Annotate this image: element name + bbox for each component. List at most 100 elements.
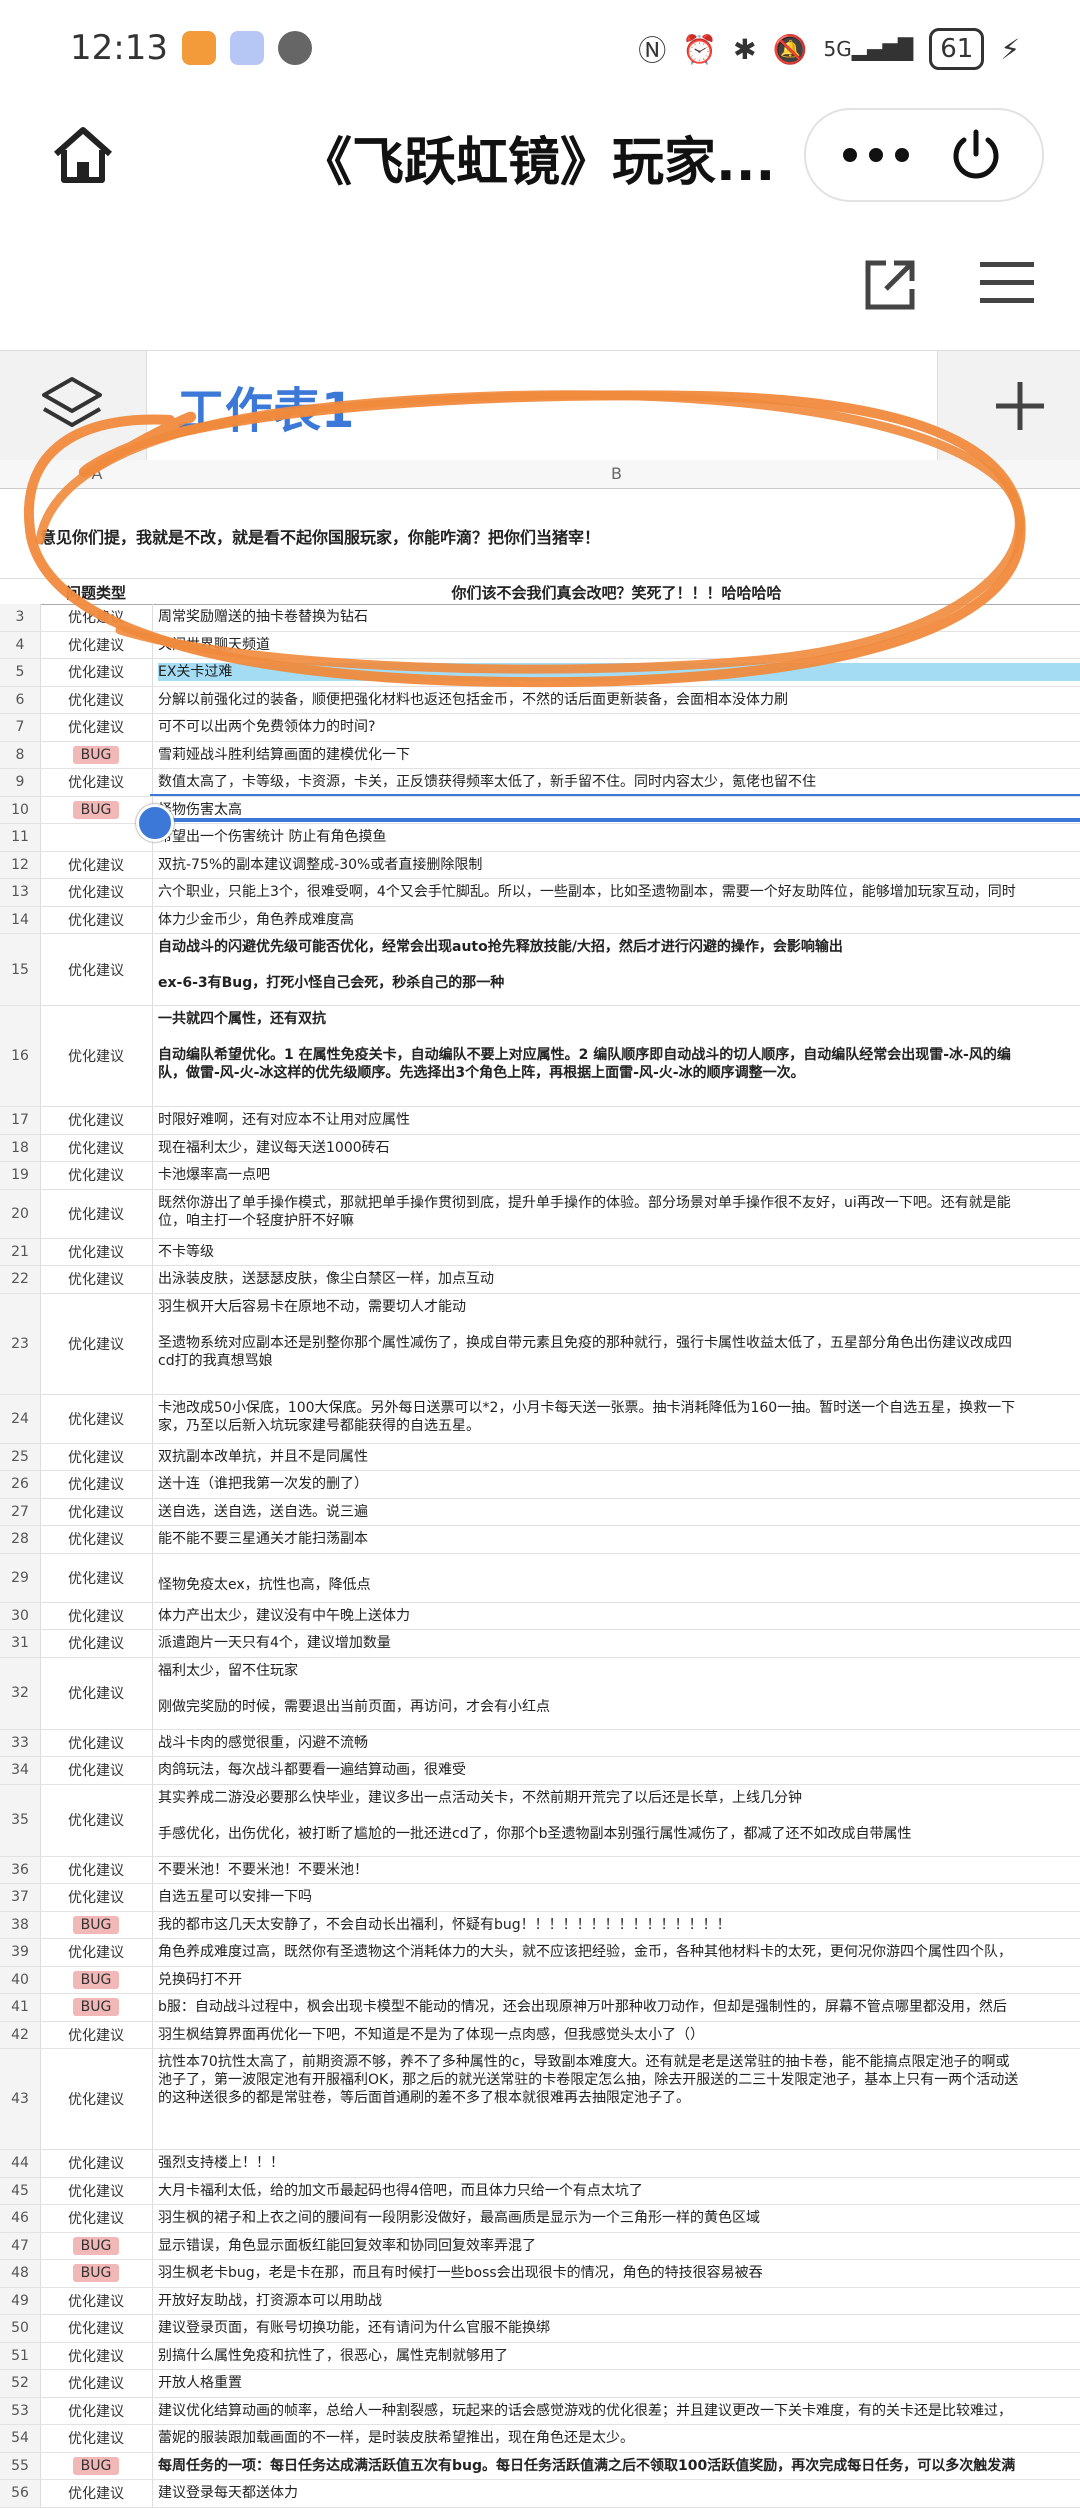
type-cell[interactable]: 优化建议	[40, 2315, 153, 2342]
content-cell[interactable]: 怪物免疫太ex，抗性也高，降低点	[158, 1558, 1080, 1594]
row-number[interactable]: 4	[0, 631, 41, 658]
table-row[interactable]: 56 优化建议 建议登录每天都送体力	[0, 2480, 1080, 2508]
menu-icon[interactable]	[980, 258, 1034, 308]
type-cell[interactable]: 优化建议	[40, 1134, 153, 1161]
type-cell[interactable]: 优化建议	[40, 1498, 153, 1525]
more-icon[interactable]	[836, 130, 916, 180]
table-row[interactable]: 4 优化建议 关闭世界聊天频道	[0, 631, 1080, 659]
content-cell[interactable]: 开放好友助战，打资源本可以用助战	[158, 2292, 1080, 2310]
content-cell[interactable]: 体力产出太少，建议没有中午晚上送体力	[158, 1607, 1080, 1625]
table-row[interactable]: 45 优化建议 大月卡福利太低，给的加文币最起码也得4倍吧，而且体力只给一个有点太坑…	[0, 2177, 1080, 2205]
table-row[interactable]: 52 优化建议 开放人格重置	[0, 2370, 1080, 2398]
content-cell[interactable]: 蕾妮的服装跟加载画面的不一样，是时装皮肤希望推出，现在角色还是太少。	[158, 2429, 1080, 2447]
table-row[interactable]: 53 优化建议 建议优化结算动画的帧率，总给人一种割裂感，玩起来的话会感觉游戏的优化…	[0, 2397, 1080, 2425]
type-cell[interactable]: 优化建议	[40, 1657, 153, 1729]
row-number[interactable]: 33	[0, 1729, 41, 1756]
type-cell[interactable]: 优化建议	[40, 686, 153, 713]
type-cell[interactable]: 优化建议	[40, 879, 153, 906]
content-cell[interactable]: 显示错误，角色显示面板红能回复效率和协同回复效率弄混了	[158, 2237, 1080, 2255]
row-number[interactable]: 49	[0, 2287, 41, 2314]
content-cell[interactable]: 周常奖励赠送的抽卡卷替换为钻石	[158, 608, 1080, 626]
type-cell[interactable]: BUG	[40, 1966, 153, 1993]
content-cell[interactable]: 怪物伤害太高	[158, 801, 1080, 819]
row-number[interactable]: 56	[0, 2480, 41, 2507]
row-number[interactable]: 14	[0, 906, 41, 933]
type-cell[interactable]: 优化建议	[40, 1394, 153, 1443]
type-cell[interactable]: 优化建议	[40, 1443, 153, 1470]
row-number[interactable]: 51	[0, 2342, 41, 2369]
content-cell[interactable]: 分解以前强化过的装备，顺便把强化材料也返还包括金币，不然的话后面更新装备，会面相…	[158, 691, 1080, 709]
table-row[interactable]: 43 优化建议 抗性本70抗性太高了，前期资源不够，养不了多种属性的c，导致副本难度…	[0, 2049, 1080, 2150]
row-number[interactable]: 20	[0, 1189, 41, 1238]
type-cell[interactable]: 优化建议	[40, 2397, 153, 2424]
type-cell[interactable]: BUG	[40, 741, 153, 768]
type-cell[interactable]: 优化建议	[40, 2287, 153, 2314]
content-cell[interactable]: 时限好难啊，还有对应本不让用对应属性	[158, 1111, 1080, 1129]
table-row[interactable]: 44 优化建议 强烈支持楼上！！！	[0, 2150, 1080, 2178]
content-cell[interactable]: 关闭世界聊天频道	[158, 636, 1080, 654]
row-number[interactable]: 26	[0, 1471, 41, 1498]
content-cell[interactable]: EX关卡过难	[158, 663, 1080, 681]
content-cell[interactable]: 兑换码打不开	[158, 1971, 1080, 1989]
type-cell[interactable]: 优化建议	[40, 2150, 153, 2177]
table-row[interactable]: 28 优化建议 能不能不要三星通关才能扫荡副本	[0, 1526, 1080, 1554]
type-cell[interactable]: BUG	[40, 2260, 153, 2287]
content-cell[interactable]: 既然你游出了单手操作模式，那就把单手操作贯彻到底，提升单手操作的体验。部分场景对…	[158, 1194, 1080, 1230]
table-row[interactable]: 42 优化建议 羽生枫结算界面再优化一下吧，不知道是不是为了体现一点肉感，但我感觉头…	[0, 2021, 1080, 2049]
table-row[interactable]: 21 优化建议 不卡等级	[0, 1238, 1080, 1266]
type-cell[interactable]: 优化建议	[40, 1856, 153, 1883]
row-number[interactable]: 27	[0, 1498, 41, 1525]
row-number[interactable]: 19	[0, 1162, 41, 1189]
table-row[interactable]: 26 优化建议 送十连（谁把我第一次发的删了）	[0, 1471, 1080, 1499]
content-cell[interactable]: 不要米池！不要米池！不要米池！	[158, 1861, 1080, 1879]
row-number[interactable]: 45	[0, 2177, 41, 2204]
row-number[interactable]: 30	[0, 1602, 41, 1629]
table-row[interactable]: 15 优化建议 自动战斗的闪避优先级可能否优化，经常会出现auto抢先释放技能/大招…	[0, 934, 1080, 1006]
table-row[interactable]: 18 优化建议 现在福利太少，建议每天送1000砖石	[0, 1134, 1080, 1162]
type-cell[interactable]: 优化建议	[40, 1784, 153, 1856]
content-cell[interactable]: 角色养成难度过高，既然你有圣遗物这个消耗体力的大头，就不应该把经验，金币，各种其…	[158, 1943, 1080, 1961]
type-cell[interactable]: 优化建议	[40, 1107, 153, 1134]
type-cell[interactable]: 优化建议	[40, 906, 153, 933]
type-cell[interactable]: 优化建议	[40, 851, 153, 878]
row-number[interactable]: 9	[0, 769, 41, 796]
content-cell[interactable]: 数值太高了，卡等级，卡资源，卡关，正反馈获得频率太低了，新手留不住。同时内容太少…	[158, 773, 1080, 791]
content-cell[interactable]: 建议登录每天都送体力	[158, 2484, 1080, 2502]
row-number[interactable]: 3	[0, 604, 41, 631]
content-cell[interactable]: 希望出一个伤害统计 防止有角色摸鱼	[158, 828, 1080, 846]
row-number[interactable]: 36	[0, 1856, 41, 1883]
content-cell[interactable]: 抗性本70抗性太高了，前期资源不够，养不了多种属性的c，导致副本难度大。还有就是…	[158, 2053, 1080, 2107]
type-cell[interactable]: BUG	[40, 1911, 153, 1938]
row-number[interactable]: 13	[0, 879, 41, 906]
column-header-b[interactable]: B	[153, 464, 1080, 483]
type-cell[interactable]: 优化建议	[40, 2425, 153, 2452]
type-cell[interactable]: 优化建议	[40, 1630, 153, 1657]
content-cell[interactable]: 建议优化结算动画的帧率，总给人一种割裂感，玩起来的话会感觉游戏的优化很差；并且建…	[158, 2402, 1080, 2420]
content-cell[interactable]: 出泳装皮肤，送瑟瑟皮肤，像尘白禁区一样，加点互动	[158, 1270, 1080, 1288]
row-number[interactable]: 46	[0, 2205, 41, 2232]
table-row[interactable]: 8 BUG 雪莉娅战斗胜利结算画面的建模优化一下	[0, 741, 1080, 769]
type-cell[interactable]: 优化建议	[40, 1939, 153, 1966]
content-cell[interactable]: 不卡等级	[158, 1243, 1080, 1261]
table-row[interactable]: 47 BUG 显示错误，角色显示面板红能回复效率和协同回复效率弄混了	[0, 2232, 1080, 2260]
row-number[interactable]: 7	[0, 714, 41, 741]
add-sheet-icon[interactable]	[990, 376, 1050, 436]
table-row[interactable]: 27 优化建议 送自选，送自选，送自选。说三遍	[0, 1498, 1080, 1526]
tab-sheet1[interactable]: 工作表1	[146, 351, 938, 461]
row-number[interactable]: 38	[0, 1911, 41, 1938]
layers-icon[interactable]	[40, 371, 104, 435]
type-cell[interactable]: 优化建议	[40, 769, 153, 796]
row-number[interactable]: 15	[0, 934, 41, 1005]
table-row[interactable]: 9 优化建议 数值太高了，卡等级，卡资源，卡关，正反馈获得频率太低了，新手留不住。同…	[0, 769, 1080, 797]
content-cell[interactable]: 自动战斗的闪避优先级可能否优化，经常会出现auto抢先释放技能/大招，然后才进行…	[158, 938, 1080, 992]
row-number[interactable]: 10	[0, 796, 41, 823]
table-row[interactable]: 41 BUG b服：自动战斗过程中，枫会出现卡模型不能动的情况，还会出现原神万叶那种…	[0, 1994, 1080, 2022]
table-row[interactable]: 25 优化建议 双抗副本改单抗，并且不是同属性	[0, 1443, 1080, 1471]
table-row[interactable]: 23 优化建议 羽生枫开大后容易卡在原地不动，需要切人才能动 圣遗物系统对应副本还是…	[0, 1293, 1080, 1395]
table-header-row[interactable]: 问题类型 你们该不会我们真会改吧？笑死了！！！哈哈哈哈	[0, 578, 1080, 605]
row-number[interactable]: 21	[0, 1238, 41, 1265]
type-cell[interactable]: 优化建议	[40, 2370, 153, 2397]
table-row[interactable]: 48 BUG 羽生枫老卡bug，老是卡在那，而且有时候打一些boss会出现很卡的情况…	[0, 2260, 1080, 2288]
type-cell[interactable]: 优化建议	[40, 934, 153, 1005]
row-number[interactable]: 41	[0, 1994, 41, 2021]
